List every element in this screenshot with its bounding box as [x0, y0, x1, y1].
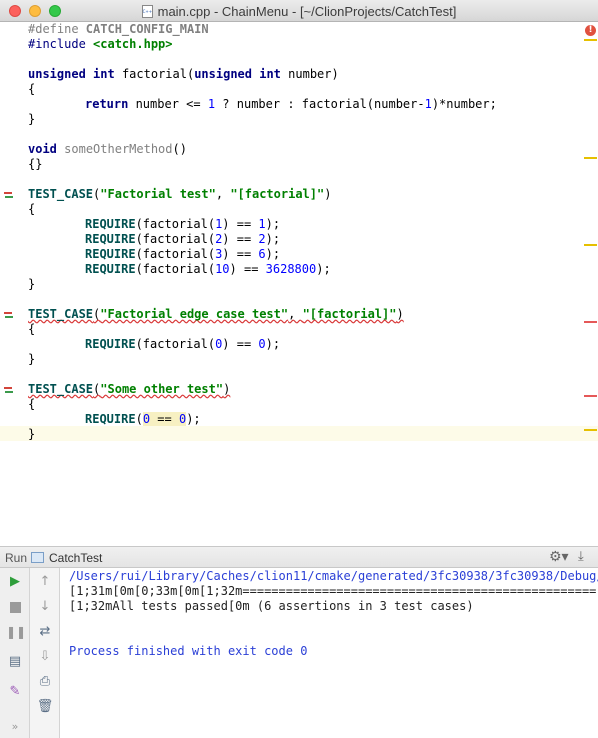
scroll-to-end-icon[interactable]: ⇩: [36, 648, 54, 666]
run-test-gutter-icon[interactable]: [3, 310, 15, 320]
code-line: {: [28, 82, 36, 96]
trash-icon[interactable]: 🗑: [36, 698, 54, 716]
code-line: }: [28, 112, 36, 126]
code-line: }: [28, 427, 36, 441]
gear-icon[interactable]: ⚙▾: [549, 549, 569, 565]
console-line: [1;32mAll tests passed[0m (6 assertions …: [69, 599, 474, 613]
code-line: {: [28, 322, 36, 336]
code-line: REQUIRE(factorial(0) == 0);: [85, 337, 281, 351]
arrow-down-icon[interactable]: ↓: [36, 598, 54, 616]
code-line: TEST_CASE("Factorial edge case test", "[…: [28, 307, 404, 321]
code-line: unsigned int factorial(unsigned int numb…: [28, 67, 339, 81]
play-icon[interactable]: ▶: [6, 573, 24, 591]
console-line: Process finished with exit code 0: [69, 644, 308, 658]
console-line[interactable]: /Users/rui/Library/Caches/clion11/cmake/…: [69, 569, 598, 584]
window-title: main.cpp - ChainMenu - [~/ClionProjects/…: [157, 4, 457, 19]
run-panel-header: Run CatchTest ⚙▾ ⤓: [0, 546, 598, 568]
arrow-up-icon[interactable]: ↑: [36, 573, 54, 591]
error-status-icon[interactable]: !: [585, 25, 596, 36]
error-marker[interactable]: [584, 321, 597, 323]
code-line: #define CATCH_CONFIG_MAIN: [28, 22, 209, 36]
layout-icon[interactable]: ▤: [6, 653, 24, 671]
run-toolbar-primary: ▶ ❚❚ ▤ ✎ »: [0, 568, 30, 738]
code-line: }: [28, 277, 36, 291]
soft-wrap-icon[interactable]: ⇄: [36, 623, 54, 641]
code-line: {: [28, 397, 36, 411]
code-line: }: [28, 352, 36, 366]
code-line: REQUIRE(0 == 0);: [85, 412, 201, 426]
title-bar: main.cpp - ChainMenu - [~/ClionProjects/…: [0, 0, 598, 22]
cpp-file-icon: [141, 5, 153, 18]
run-config-icon: [31, 552, 44, 563]
warning-marker[interactable]: [584, 429, 597, 431]
hide-icon[interactable]: ⤓: [578, 549, 584, 564]
code-line: return number <= 1 ? number : factorial(…: [85, 97, 497, 111]
code-line: void someOtherMethod(): [28, 142, 187, 156]
code-line: {: [28, 202, 36, 216]
code-line: REQUIRE(factorial(10) == 3628800);: [85, 262, 331, 276]
run-test-gutter-icon[interactable]: [3, 385, 15, 395]
code-line: TEST_CASE("Some other test"): [28, 382, 231, 396]
error-marker[interactable]: [584, 395, 597, 397]
warning-marker[interactable]: [584, 157, 597, 159]
code-line: REQUIRE(factorial(1) == 1);: [85, 217, 281, 231]
run-test-gutter-icon[interactable]: [3, 190, 15, 200]
warning-marker[interactable]: [584, 39, 597, 41]
run-tab[interactable]: CatchTest: [49, 551, 102, 565]
code-line: {}: [28, 157, 43, 171]
warning-marker[interactable]: [584, 244, 597, 246]
code-line: REQUIRE(factorial(2) == 2);: [85, 232, 281, 246]
run-toolbar-secondary: ↑ ↓ ⇄ ⇩ ⎙ 🗑: [30, 568, 60, 738]
console-line: [1;31m[0m[0;33m[0m[1;32m================…: [69, 584, 597, 598]
run-console[interactable]: /Users/rui/Library/Caches/clion11/cmake/…: [64, 568, 598, 738]
code-line: REQUIRE(factorial(3) == 6);: [85, 247, 281, 261]
stop-icon[interactable]: [6, 598, 24, 616]
run-panel-label: Run: [5, 551, 28, 565]
pin-icon[interactable]: ✎: [6, 683, 24, 701]
code-editor[interactable]: ! #define CATCH_CONFIG_MAIN #include <ca…: [0, 22, 598, 544]
pause-icon[interactable]: ❚❚: [6, 623, 26, 641]
code-line: TEST_CASE("Factorial test", "[factorial]…: [28, 187, 332, 201]
window-title-area: main.cpp - ChainMenu - [~/ClionProjects/…: [0, 4, 598, 19]
more-icon[interactable]: »: [6, 718, 24, 736]
code-line: #include <catch.hpp>: [28, 37, 173, 51]
print-icon[interactable]: ⎙: [36, 673, 54, 691]
current-line-highlight: [0, 426, 598, 441]
